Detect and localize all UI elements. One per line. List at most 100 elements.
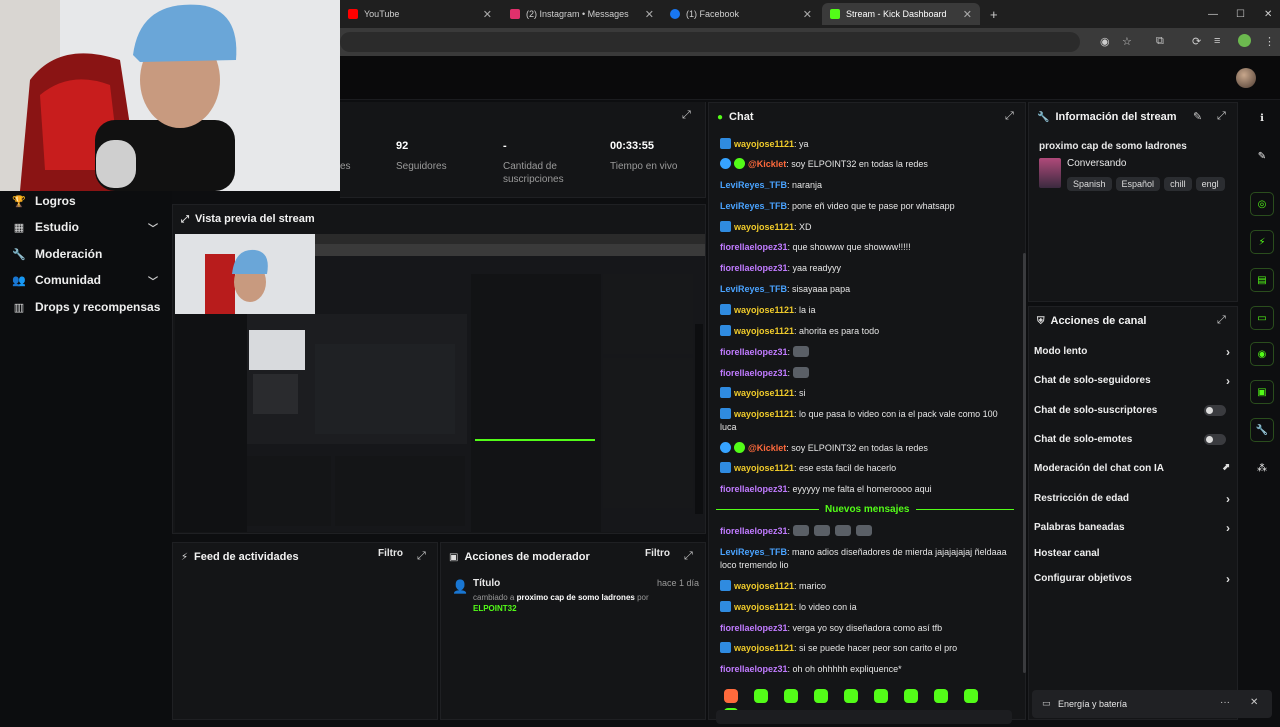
extensions-icon[interactable]: ⧉ (1156, 35, 1164, 48)
chat-username[interactable]: fiorellaelopez31 (720, 484, 788, 494)
media-icon[interactable]: ≡ (1214, 35, 1220, 47)
sidebar-item-drops[interactable]: ▥ Drops y recompensas (12, 297, 162, 317)
chat-username[interactable]: wayojose1121 (734, 581, 794, 591)
emote-bar[interactable] (724, 689, 1014, 722)
chat-icon[interactable]: ▭ (1250, 306, 1274, 330)
emote-icon[interactable] (934, 689, 948, 703)
emote-icon[interactable] (904, 689, 918, 703)
chat-username[interactable]: wayojose1121 (734, 139, 794, 149)
chat-username[interactable]: @Kicklet (748, 443, 786, 453)
expand-icon[interactable]: ⤢ (1217, 110, 1226, 123)
verified-badge-icon (720, 462, 731, 473)
star-icon[interactable]: ☆ (1122, 35, 1132, 48)
chat-username[interactable]: wayojose1121 (734, 326, 794, 336)
chat-username[interactable]: fiorellaelopez31 (720, 623, 788, 633)
emote-icon[interactable] (754, 689, 768, 703)
chat-username[interactable]: LeviReyes_TFB (720, 201, 787, 211)
apps-icon[interactable]: ⁂ (1250, 456, 1274, 480)
wrench-icon[interactable]: 🔧 (1250, 418, 1274, 442)
filter-button[interactable]: Filtro (378, 548, 403, 559)
channel-action-row[interactable]: Chat de solo-seguidores › (1034, 374, 1230, 388)
channel-action-row[interactable]: Hostear canal (1034, 548, 1230, 559)
channel-action-row[interactable]: Configurar objetivos › (1034, 572, 1230, 586)
stream-preview-video[interactable] (175, 234, 705, 532)
mod-entry-user[interactable]: ELPOINT32 (473, 604, 517, 613)
new-messages-label[interactable]: Nuevos mensajes (819, 504, 916, 515)
sidebar-item-moderacion[interactable]: 🔧 Moderación (12, 244, 162, 264)
sidebar-item-estudio[interactable]: ▦ Estudio ﹀ (12, 217, 162, 237)
tab-facebook[interactable]: (1) Facebook ✕ (662, 3, 820, 25)
emote-icon[interactable] (784, 689, 798, 703)
sidebar-item-comunidad[interactable]: 👥 Comunidad ﹀ (12, 270, 162, 290)
tab-instagram[interactable]: (2) Instagram • Messages ✕ (502, 3, 662, 25)
expand-icon[interactable]: ⤢ (682, 109, 691, 122)
sidebar-item-logros[interactable]: 🏆 Logros (12, 191, 162, 211)
chat-username[interactable]: LeviReyes_TFB (720, 284, 787, 294)
tab-youtube[interactable]: YouTube ✕ (340, 3, 500, 25)
channel-action-row[interactable]: Palabras baneadas › (1034, 521, 1230, 535)
menu-icon[interactable]: ⋮ (1264, 35, 1275, 48)
channel-action-row[interactable]: Restricción de edad › (1034, 492, 1230, 506)
chat-username[interactable]: fiorellaelopez31 (720, 347, 788, 357)
more-icon[interactable]: ··· (1220, 697, 1230, 708)
focus-icon[interactable]: ◎ (1250, 192, 1274, 216)
channel-action-row[interactable]: Chat de solo-suscriptores (1034, 405, 1230, 416)
chat-username[interactable]: fiorellaelopez31 (720, 242, 788, 252)
layout-icon[interactable]: ▣ (1250, 380, 1274, 404)
close-icon[interactable]: ✕ (803, 8, 812, 21)
chat-input[interactable] (716, 710, 1012, 724)
system-notification[interactable]: ▭ Energía y batería ··· ✕ (1032, 690, 1272, 718)
info-icon[interactable]: ℹ (1250, 106, 1274, 130)
chat-username[interactable]: wayojose1121 (734, 643, 794, 653)
chat-username[interactable]: fiorellaelopez31 (720, 368, 788, 378)
toggle-switch[interactable] (1204, 405, 1226, 416)
chat-username[interactable]: LeviReyes_TFB (720, 547, 787, 557)
chat-username[interactable]: wayojose1121 (734, 463, 794, 473)
filter-button[interactable]: Filtro (645, 548, 670, 559)
close-icon[interactable]: ✕ (483, 8, 492, 21)
document-icon[interactable]: ▤ (1250, 268, 1274, 292)
chat-username[interactable]: wayojose1121 (734, 305, 794, 315)
chat-username[interactable]: fiorellaelopez31 (720, 526, 788, 536)
chat-username[interactable]: fiorellaelopez31 (720, 263, 788, 273)
chat-username[interactable]: @Kicklet (748, 159, 786, 169)
close-icon[interactable]: ✕ (963, 8, 972, 21)
chat-username[interactable]: wayojose1121 (734, 409, 794, 419)
address-bar[interactable] (340, 32, 1080, 52)
chat-username[interactable]: wayojose1121 (734, 388, 794, 398)
channel-action-label: Moderación del chat con IA (1034, 463, 1165, 474)
close-icon[interactable]: ✕ (645, 8, 654, 21)
expand-icon[interactable]: ⤢ (417, 550, 426, 563)
channel-action-row[interactable]: Chat de solo-emotes (1034, 434, 1230, 445)
chat-username[interactable]: wayojose1121 (734, 222, 794, 232)
edit-icon[interactable]: ✎ (1193, 110, 1202, 123)
emote-icon[interactable] (814, 689, 828, 703)
minimize-icon[interactable]: — (1200, 3, 1226, 25)
profile-icon[interactable] (1238, 34, 1251, 47)
expand-icon[interactable]: ⤢ (1217, 314, 1226, 327)
emote-icon[interactable] (844, 689, 858, 703)
pencil-icon[interactable]: ✎ (1250, 144, 1274, 168)
broadcast-icon[interactable]: ◉ (1250, 342, 1274, 366)
toggle-switch[interactable] (1204, 434, 1226, 445)
chat-scrollbar[interactable] (1023, 253, 1026, 673)
bolt-icon[interactable]: ⚡ (1250, 230, 1274, 254)
window-close-icon[interactable]: ✕ (1256, 3, 1280, 25)
new-tab-button[interactable]: + (982, 3, 1002, 25)
maximize-icon[interactable]: ☐ (1228, 3, 1253, 25)
emote-icon[interactable] (874, 689, 888, 703)
emote-icon[interactable] (964, 689, 978, 703)
expand-icon[interactable]: ⤢ (684, 550, 693, 563)
channel-action-row[interactable]: Moderación del chat con IA ⬈ (1034, 462, 1230, 474)
tab-kick-dashboard[interactable]: Stream - Kick Dashboard ✕ (822, 3, 980, 25)
channel-action-row[interactable]: Modo lento › (1034, 345, 1230, 359)
sync-icon[interactable]: ⟳ (1192, 35, 1201, 48)
avatar[interactable] (1236, 68, 1256, 88)
close-icon[interactable]: ✕ (1250, 697, 1258, 708)
chat-username[interactable]: LeviReyes_TFB (720, 180, 787, 190)
eye-off-icon[interactable]: ◉ (1100, 35, 1110, 48)
emote-icon[interactable] (724, 689, 738, 703)
chat-username[interactable]: wayojose1121 (734, 602, 794, 612)
chat-username[interactable]: fiorellaelopez31 (720, 664, 788, 674)
expand-icon[interactable]: ⤢ (1005, 110, 1014, 123)
